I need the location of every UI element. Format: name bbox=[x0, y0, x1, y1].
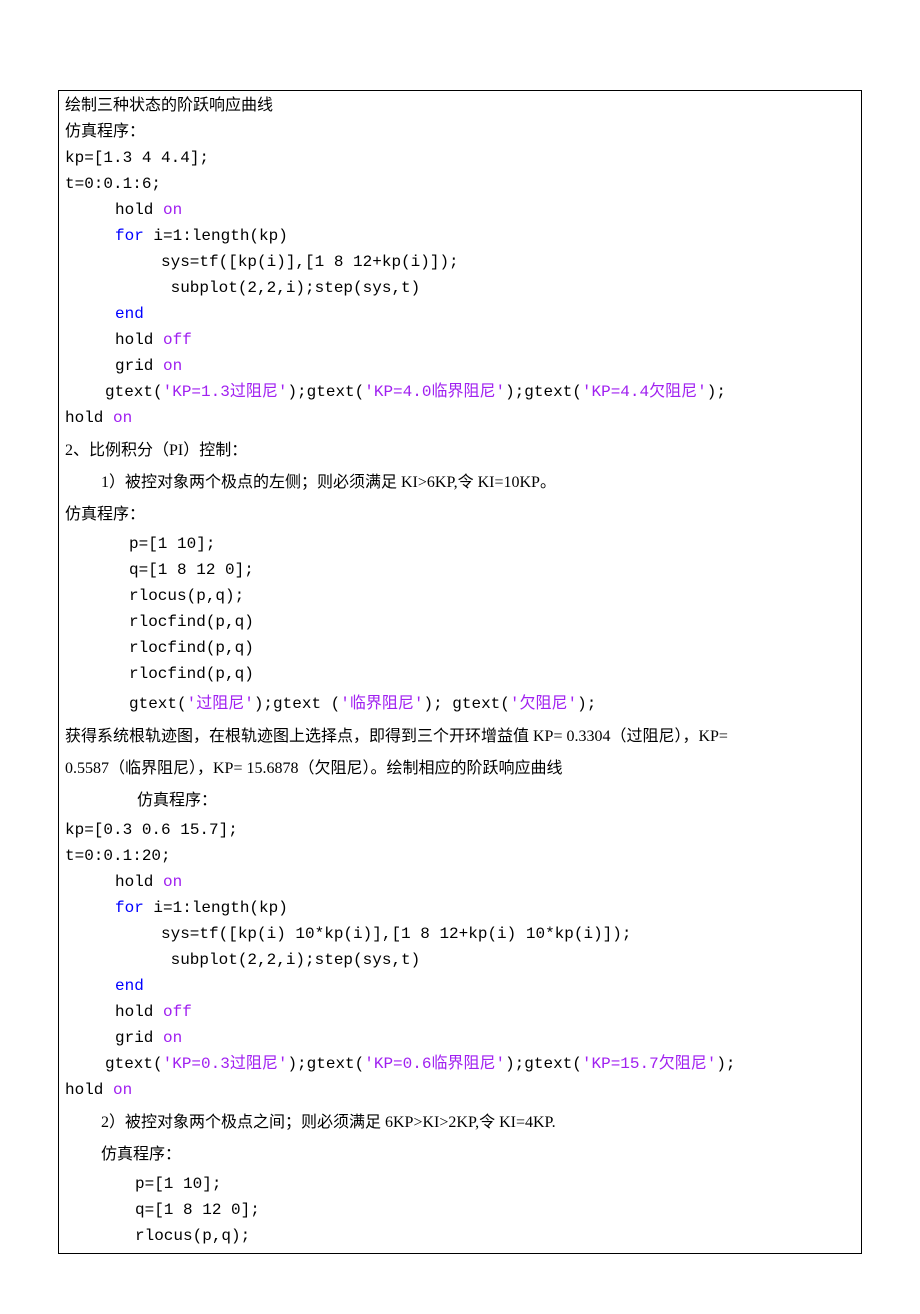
code-text: hold bbox=[65, 409, 113, 427]
code-text: ); bbox=[577, 695, 596, 713]
code-string: on bbox=[113, 409, 132, 427]
code-text: gtext( bbox=[129, 695, 187, 713]
code-line: sys=tf([kp(i)],[1 8 12+kp(i)]); bbox=[161, 249, 855, 275]
code-line: sys=tf([kp(i) 10*kp(i)],[1 8 12+kp(i) 10… bbox=[161, 921, 855, 947]
code-text: );gtext( bbox=[287, 1055, 364, 1073]
code-string: '欠阻尼' bbox=[510, 695, 577, 713]
code-string: on bbox=[163, 357, 182, 375]
code-line: p=[1 10]; bbox=[129, 531, 855, 557]
code-line: hold on bbox=[115, 869, 855, 895]
code-line: hold on bbox=[65, 405, 855, 431]
code-line: hold on bbox=[115, 197, 855, 223]
code-keyword: end bbox=[115, 977, 144, 995]
code-string: 'KP=4.4欠阻尼' bbox=[582, 383, 707, 401]
label-sim-program-1: 仿真程序： bbox=[65, 119, 855, 145]
code-keyword: for bbox=[115, 227, 144, 245]
code-text: );gtext( bbox=[505, 383, 582, 401]
paragraph-condition-1: 1）被控对象两个极点的左侧；则必须满足 KI>6KP,令 KI=10KP。 bbox=[65, 467, 855, 499]
code-line: rlocus(p,q); bbox=[135, 1223, 855, 1249]
code-text: i=1:length(kp) bbox=[144, 899, 288, 917]
content-inner: 绘制三种状态的阶跃响应曲线 仿真程序： kp=[1.3 4 4.4]; t=0:… bbox=[59, 91, 861, 1253]
code-string: 'KP=15.7欠阻尼' bbox=[582, 1055, 716, 1073]
code-text: grid bbox=[115, 357, 163, 375]
code-line: gtext('过阻尼');gtext ('临界阻尼'); gtext('欠阻尼'… bbox=[129, 691, 855, 717]
code-text: grid bbox=[115, 1029, 163, 1047]
code-line: for i=1:length(kp) bbox=[115, 895, 855, 921]
code-string: on bbox=[163, 1029, 182, 1047]
code-line: q=[1 8 12 0]; bbox=[135, 1197, 855, 1223]
code-keyword: for bbox=[115, 899, 144, 917]
code-string: '过阻尼' bbox=[187, 695, 254, 713]
code-line: rlocfind(p,q) bbox=[129, 609, 855, 635]
code-string: 'KP=4.0临界阻尼' bbox=[364, 383, 505, 401]
code-text: );gtext( bbox=[287, 383, 364, 401]
code-text: );gtext ( bbox=[254, 695, 340, 713]
code-string: on bbox=[153, 201, 182, 219]
code-line: t=0:0.1:6; bbox=[65, 171, 855, 197]
code-text: gtext( bbox=[105, 1055, 163, 1073]
document-page: 绘制三种状态的阶跃响应曲线 仿真程序： kp=[1.3 4 4.4]; t=0:… bbox=[0, 0, 920, 1314]
code-string: '临界阻尼' bbox=[340, 695, 423, 713]
code-line: kp=[0.3 0.6 15.7]; bbox=[65, 817, 855, 843]
heading-pi-control: 2、比例积分（PI）控制： bbox=[65, 435, 855, 467]
code-string: off bbox=[163, 331, 192, 349]
code-string: 'KP=0.6临界阻尼' bbox=[364, 1055, 505, 1073]
code-text: hold bbox=[115, 201, 153, 219]
paragraph-condition-2: 2）被控对象两个极点之间；则必须满足 6KP>KI>2KP,令 KI=4KP. bbox=[65, 1107, 855, 1139]
heading-step-response: 绘制三种状态的阶跃响应曲线 bbox=[65, 93, 855, 119]
code-line: end bbox=[115, 973, 855, 999]
code-line: p=[1 10]; bbox=[135, 1171, 855, 1197]
paragraph-root-locus-2: 0.5587（临界阻尼），KP= 15.6878（欠阻尼）。绘制相应的阶跃响应曲… bbox=[65, 753, 855, 785]
code-line: subplot(2,2,i);step(sys,t) bbox=[161, 275, 855, 301]
code-string: 'KP=0.3过阻尼' bbox=[163, 1055, 288, 1073]
paragraph-root-locus-1: 获得系统根轨迹图，在根轨迹图上选择点，即得到三个开环增益值 KP= 0.3304… bbox=[65, 721, 855, 753]
code-line: kp=[1.3 4 4.4]; bbox=[65, 145, 855, 171]
code-text: ); gtext( bbox=[423, 695, 509, 713]
code-text: ); bbox=[707, 383, 726, 401]
code-line: subplot(2,2,i);step(sys,t) bbox=[161, 947, 855, 973]
code-text: );gtext( bbox=[505, 1055, 582, 1073]
content-frame: 绘制三种状态的阶跃响应曲线 仿真程序： kp=[1.3 4 4.4]; t=0:… bbox=[58, 90, 862, 1254]
code-line: grid on bbox=[115, 353, 855, 379]
code-line: q=[1 8 12 0]; bbox=[129, 557, 855, 583]
code-text: gtext( bbox=[105, 383, 163, 401]
code-string: on bbox=[153, 873, 182, 891]
code-text: hold bbox=[65, 1081, 113, 1099]
code-line: hold off bbox=[115, 327, 855, 353]
code-text: ); bbox=[716, 1055, 735, 1073]
code-line: rlocfind(p,q) bbox=[129, 661, 855, 687]
code-text: hold bbox=[115, 873, 153, 891]
code-text: hold bbox=[115, 331, 163, 349]
code-keyword: end bbox=[115, 305, 144, 323]
code-line: hold off bbox=[115, 999, 855, 1025]
code-text: i=1:length(kp) bbox=[144, 227, 288, 245]
code-line: rlocfind(p,q) bbox=[129, 635, 855, 661]
code-line: end bbox=[115, 301, 855, 327]
code-line: for i=1:length(kp) bbox=[115, 223, 855, 249]
code-string: on bbox=[113, 1081, 132, 1099]
code-line: gtext('KP=1.3过阻尼');gtext('KP=4.0临界阻尼');g… bbox=[105, 379, 855, 405]
code-string: 'KP=1.3过阻尼' bbox=[163, 383, 288, 401]
code-string: off bbox=[163, 1003, 192, 1021]
code-text: hold bbox=[115, 1003, 163, 1021]
label-sim-program-4: 仿真程序： bbox=[65, 1139, 855, 1171]
code-line: hold on bbox=[65, 1077, 855, 1103]
code-line: rlocus(p,q); bbox=[129, 583, 855, 609]
code-line: gtext('KP=0.3过阻尼');gtext('KP=0.6临界阻尼');g… bbox=[105, 1051, 855, 1077]
code-line: t=0:0.1:20; bbox=[65, 843, 855, 869]
code-line: grid on bbox=[115, 1025, 855, 1051]
label-sim-program-3: 仿真程序： bbox=[65, 785, 855, 817]
label-sim-program-2: 仿真程序： bbox=[65, 499, 855, 531]
